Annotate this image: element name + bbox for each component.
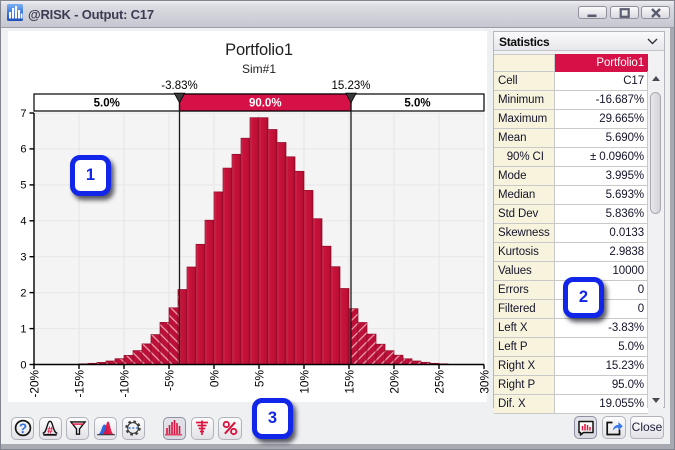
svg-text:3: 3	[20, 252, 26, 264]
svg-text:-10%: -10%	[118, 369, 132, 397]
svg-text:15%: 15%	[343, 370, 357, 394]
svg-text:5.0%: 5.0%	[404, 98, 430, 110]
svg-text:0%: 0%	[208, 370, 222, 388]
svg-text:#: #	[47, 425, 53, 437]
svg-text:-5%: -5%	[163, 369, 177, 390]
svg-text:0: 0	[20, 359, 26, 371]
svg-text:5.0%: 5.0%	[94, 98, 120, 110]
svg-text:25%: 25%	[433, 370, 447, 394]
svg-text:20%: 20%	[388, 370, 402, 394]
svg-text:5: 5	[20, 180, 26, 192]
svg-text:5%: 5%	[253, 370, 267, 388]
svg-text:-15%: -15%	[73, 369, 87, 397]
svg-text:?: ?	[18, 421, 26, 436]
svg-text:90.0%: 90.0%	[249, 98, 282, 110]
svg-text:4: 4	[20, 216, 26, 228]
svg-text:-20%: -20%	[28, 369, 42, 397]
svg-text:1: 1	[20, 323, 26, 335]
svg-text:-3.83%: -3.83%	[161, 80, 197, 92]
svg-text:2: 2	[20, 287, 26, 299]
svg-text:15.23%: 15.23%	[331, 80, 370, 92]
svg-text:6: 6	[20, 144, 26, 156]
svg-text:10%: 10%	[298, 370, 312, 394]
svg-text:30%: 30%	[478, 370, 492, 394]
svg-text:7: 7	[20, 108, 26, 120]
